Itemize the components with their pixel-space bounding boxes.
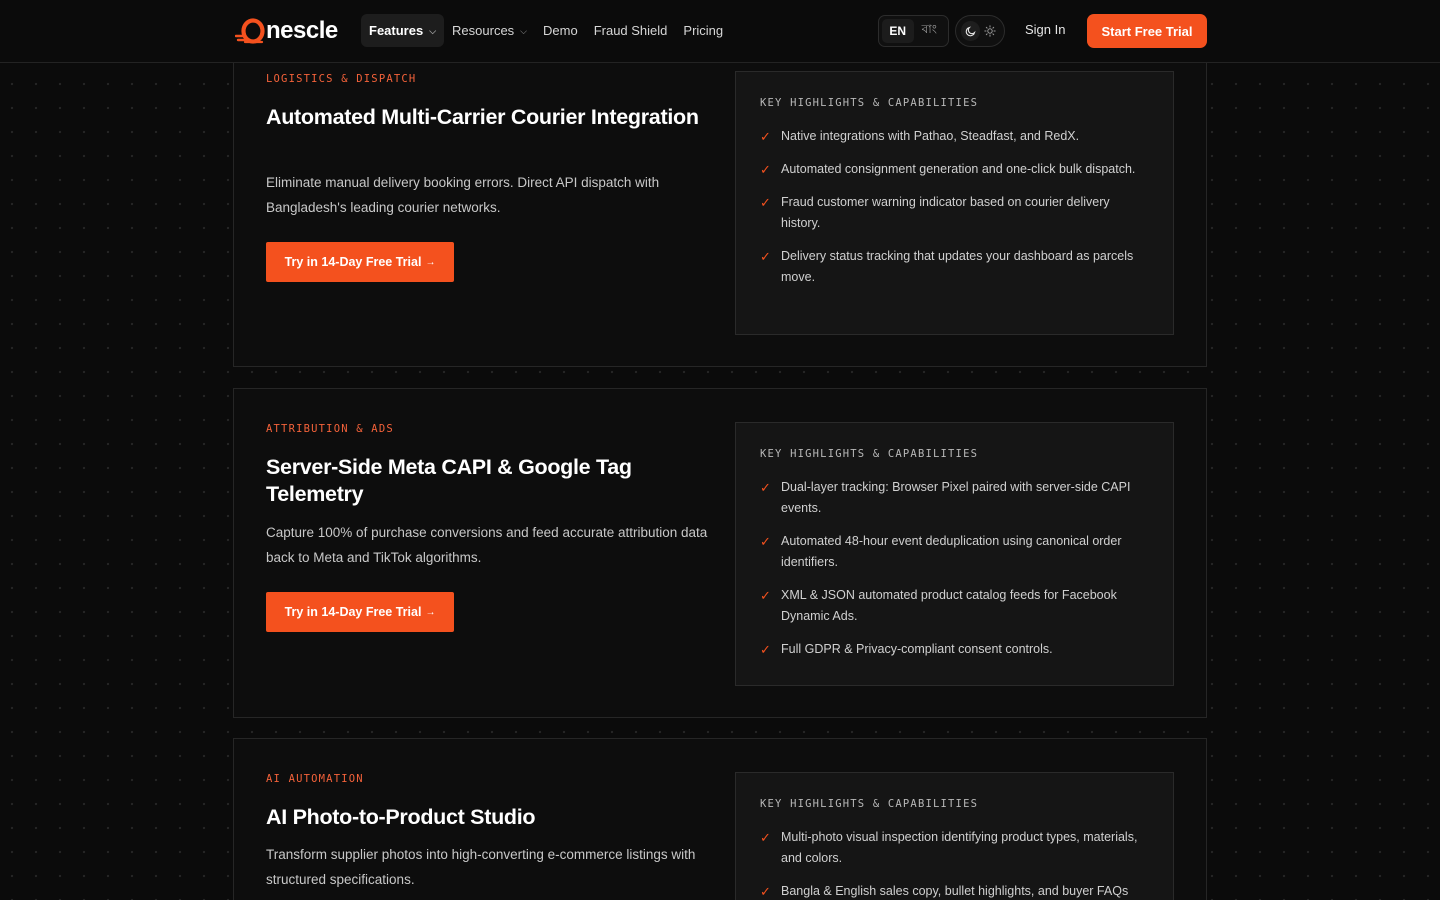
chevron-down-icon: ⌵ (520, 26, 527, 36)
highlights-panel: KEY HIGHLIGHTS & CAPABILITIES ✓ Dual-lay… (735, 422, 1174, 686)
moon-icon (965, 26, 976, 37)
top-navbar: nescle Features ⌵ Resources ⌵ Demo Fraud… (0, 0, 1440, 63)
highlight-item: ✓ Fraud customer warning indicator based… (760, 192, 1173, 234)
feature-card-ai-automation: AI AUTOMATION AI Photo-to-Product Studio… (233, 738, 1207, 900)
highlight-item: ✓ Native integrations with Pathao, Stead… (760, 126, 1173, 147)
highlight-text: Native integrations with Pathao, Steadfa… (781, 129, 1080, 143)
highlight-item: ✓ Multi-photo visual inspection identify… (760, 827, 1173, 869)
theme-dark-button[interactable] (961, 21, 980, 41)
check-icon: ✓ (760, 162, 771, 177)
lang-option-bn[interactable]: বাং (914, 19, 946, 43)
feature-description: Eliminate manual delivery booking errors… (266, 175, 660, 215)
theme-light-button[interactable] (980, 21, 999, 41)
feature-card-logistics: LOGISTICS & DISPATCH Automated Multi-Car… (233, 37, 1207, 367)
feature-description: Transform supplier photos into high-conv… (266, 847, 696, 887)
check-icon: ✓ (760, 195, 771, 210)
check-icon: ✓ (760, 249, 771, 264)
highlight-text: Bangla & English sales copy, bullet high… (781, 884, 1129, 898)
highlight-text: Automated 48-hour event deduplication us… (781, 534, 1122, 569)
feature-title: Automated Multi-Carrier Courier Integrat… (266, 105, 699, 129)
theme-toggle (955, 15, 1005, 47)
highlight-text: XML & JSON automated product catalog fee… (781, 588, 1117, 623)
highlight-item: ✓ Full GDPR & Privacy-compliant consent … (760, 639, 1173, 660)
highlight-item: ✓ XML & JSON automated product catalog f… (760, 585, 1173, 627)
check-icon: ✓ (760, 588, 771, 603)
arrow-right-icon: → (425, 606, 436, 618)
sun-icon (983, 25, 996, 37)
feature-description: Capture 100% of purchase conversions and… (266, 525, 708, 565)
feature-card-attribution: ATTRIBUTION & ADS Server-Side Meta CAPI … (233, 388, 1207, 718)
highlight-text: Fraud customer warning indicator based o… (781, 195, 1110, 230)
logo-mark-icon (234, 17, 265, 45)
nav-features[interactable]: Features ⌵ (361, 14, 445, 47)
primary-nav: Features ⌵ Resources ⌵ Demo Fraud Shield… (361, 14, 731, 47)
nav-pricing[interactable]: Pricing (675, 14, 731, 47)
chevron-down-icon: ⌵ (429, 26, 437, 36)
feature-category-tag: ATTRIBUTION & ADS (266, 423, 394, 435)
highlight-text: Full GDPR & Privacy-compliant consent co… (781, 642, 1053, 656)
nav-pricing-label: Pricing (683, 23, 724, 38)
highlight-text: Automated consignment generation and one… (781, 162, 1136, 176)
free-trial-button[interactable]: Try in 14-Day Free Trial → (266, 242, 454, 282)
nav-demo[interactable]: Demo (535, 14, 586, 47)
feature-title: Server-Side Meta CAPI & Google Tag Telem… (266, 455, 632, 506)
highlight-item: ✓ Delivery status tracking that updates … (760, 246, 1173, 288)
highlights-heading: KEY HIGHLIGHTS & CAPABILITIES (760, 97, 979, 109)
check-icon: ✓ (760, 830, 771, 845)
nav-features-label: Features (369, 23, 424, 38)
sign-in-link[interactable]: Sign In (1025, 22, 1065, 37)
highlight-text: Delivery status tracking that updates yo… (781, 249, 1134, 284)
nav-fraud-shield-label: Fraud Shield (593, 23, 668, 38)
start-free-trial-button[interactable]: Start Free Trial (1087, 14, 1207, 48)
highlights-panel: KEY HIGHLIGHTS & CAPABILITIES ✓ Multi-ph… (735, 772, 1174, 900)
brand-name: nescle (266, 17, 338, 44)
free-trial-button-label: Try in 14-Day Free Trial (284, 605, 422, 619)
nav-resources-label: Resources (452, 23, 515, 38)
brand-logo[interactable]: nescle (234, 16, 338, 46)
free-trial-button[interactable]: Try in 14-Day Free Trial → (266, 592, 454, 632)
highlight-text: Dual-layer tracking: Browser Pixel paire… (781, 480, 1131, 515)
lang-option-en[interactable]: EN (882, 19, 914, 43)
free-trial-button-label: Try in 14-Day Free Trial (284, 255, 422, 269)
highlight-text: Multi-photo visual inspection identifyin… (781, 830, 1138, 865)
check-icon: ✓ (760, 480, 771, 495)
nav-demo-label: Demo (543, 23, 578, 38)
feature-title: AI Photo-to-Product Studio (266, 805, 536, 829)
nav-resources[interactable]: Resources ⌵ (444, 14, 535, 47)
check-icon: ✓ (760, 534, 771, 549)
highlight-item: ✓ Bangla & English sales copy, bullet hi… (760, 881, 1173, 900)
feature-category-tag: AI AUTOMATION (266, 773, 364, 785)
highlights-heading: KEY HIGHLIGHTS & CAPABILITIES (760, 448, 979, 460)
arrow-right-icon: → (425, 256, 436, 268)
check-icon: ✓ (760, 884, 771, 899)
check-icon: ✓ (760, 642, 771, 657)
language-toggle: EN বাং (878, 15, 949, 47)
highlight-item: ✓ Automated consignment generation and o… (760, 159, 1173, 180)
feature-category-tag: LOGISTICS & DISPATCH (266, 73, 417, 85)
check-icon: ✓ (760, 129, 771, 144)
highlights-heading: KEY HIGHLIGHTS & CAPABILITIES (760, 798, 979, 810)
highlights-panel: KEY HIGHLIGHTS & CAPABILITIES ✓ Native i… (735, 71, 1174, 335)
highlight-item: ✓ Dual-layer tracking: Browser Pixel pai… (760, 477, 1173, 519)
nav-fraud-shield[interactable]: Fraud Shield (586, 14, 676, 47)
highlight-item: ✓ Automated 48-hour event deduplication … (760, 531, 1173, 573)
